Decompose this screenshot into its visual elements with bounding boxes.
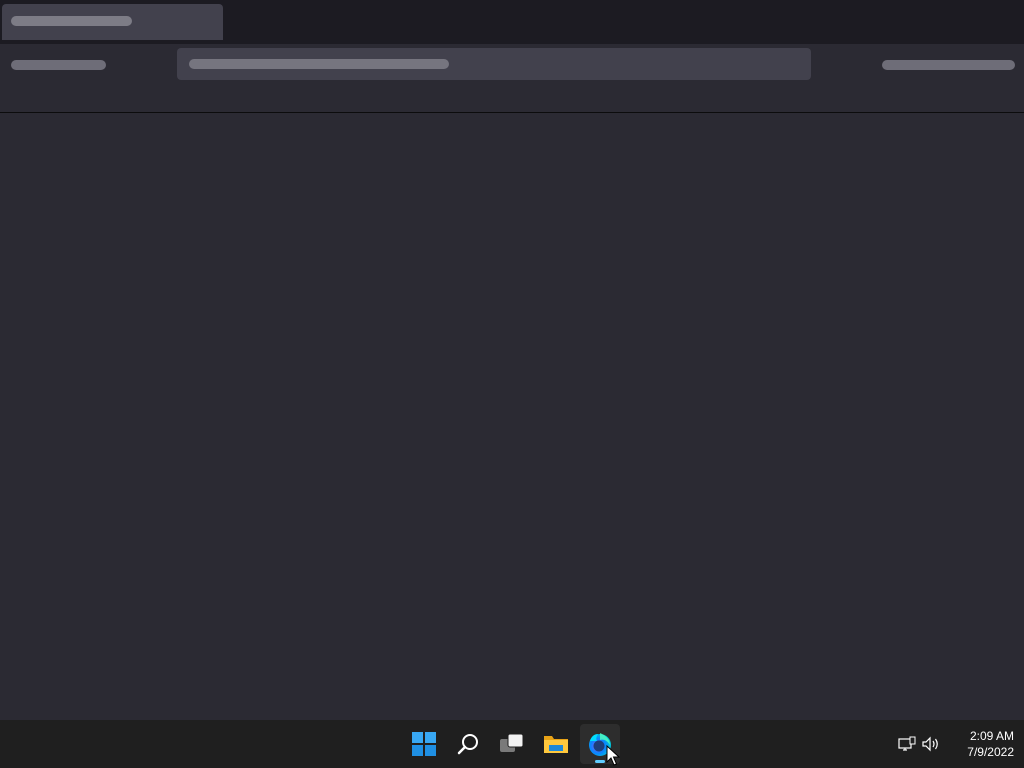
browser-tab[interactable] (2, 4, 223, 40)
search-icon (457, 734, 478, 755)
active-app-indicator (595, 760, 605, 763)
browser-toolbar (0, 44, 1024, 113)
search-button[interactable] (448, 724, 488, 764)
task-view-button[interactable] (492, 724, 532, 764)
tab-title-placeholder (11, 16, 132, 26)
mouse-cursor-icon (606, 745, 620, 766)
system-clock[interactable]: 2:09 AM 7/9/2022 (948, 728, 1014, 760)
windows-start-icon (412, 732, 436, 756)
navigation-buttons-placeholder (11, 60, 106, 70)
taskbar: 2:09 AM 7/9/2022 (0, 720, 1024, 768)
file-explorer-button[interactable] (536, 724, 576, 764)
address-text-placeholder (189, 59, 449, 69)
folder-icon (544, 736, 568, 753)
clock-time: 2:09 AM (969, 729, 1014, 743)
page-content[interactable] (0, 113, 1024, 720)
address-bar[interactable] (177, 48, 811, 80)
task-view-icon (500, 733, 524, 752)
tab-strip (0, 0, 1024, 44)
clock-date: 7/9/2022 (967, 745, 1014, 759)
toolbar-buttons-placeholder (882, 60, 1015, 70)
start-button[interactable] (404, 724, 444, 764)
browser-window (0, 0, 1024, 720)
network-icon[interactable] (897, 734, 917, 754)
volume-icon[interactable] (921, 734, 941, 754)
